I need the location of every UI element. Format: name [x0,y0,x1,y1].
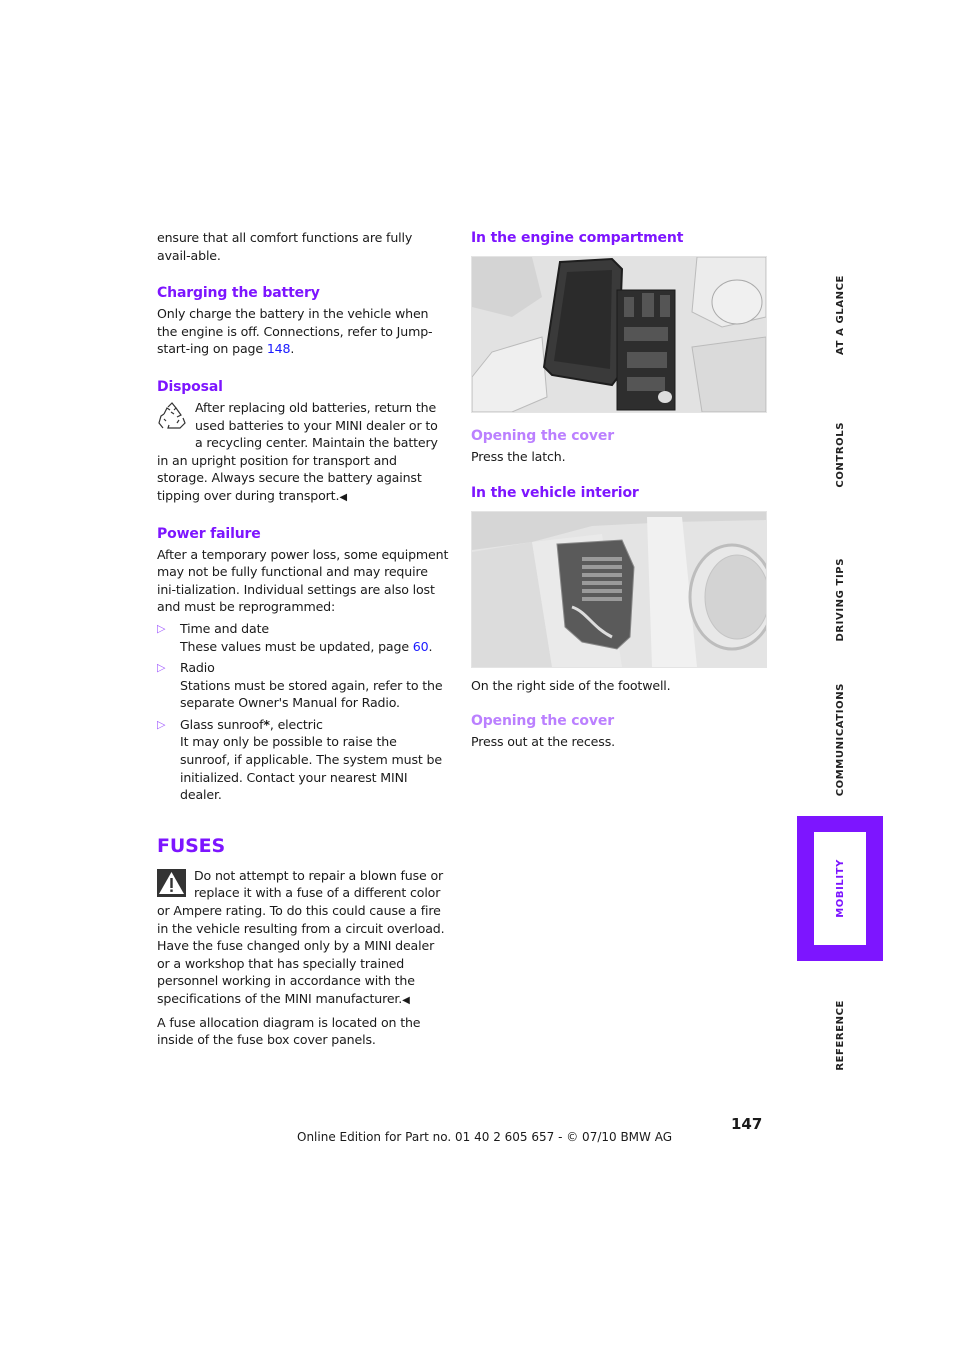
bullet-triangle-icon: ▷ [157,661,166,675]
detail-text: These values must be updated, page [180,638,413,654]
detail-end: . [428,638,433,654]
charging-text: Only charge the battery in the vehicle w… [157,305,449,358]
end-mark-icon: ◀ [402,995,410,1006]
charging-text-body: Only charge the battery in the vehicle w… [157,306,433,357]
list-item-title: Radio [180,660,215,676]
tab-label: CONTROLS [834,422,846,488]
list-item: ▷ Radio Stations must be stored again, r… [157,659,449,712]
interior-caption: On the right side of the footwell. [471,677,671,693]
charging-heading: Charging the battery [157,285,320,302]
title-text: Glass sunroof [180,716,264,732]
page-link-148[interactable]: 148 [267,341,291,356]
list-item-title: Time and date [180,620,269,636]
title-suffix: , electric [269,716,323,732]
engine-fusebox-image [471,256,767,413]
recycle-icon [157,401,187,436]
interior-fusebox-image [471,510,767,668]
tab-mobility[interactable]: MOBILITY [797,816,883,961]
disposal-text: After replacing old batteries, return th… [157,399,438,503]
bullet-triangle-icon: ▷ [157,621,166,635]
opening-cover-text: Press the latch. [471,449,566,464]
page-link-60[interactable]: 60 [413,639,429,654]
opening-cover-heading: Opening the cover [471,428,614,444]
power-failure-text: After a temporary power loss, some equip… [157,546,449,615]
disposal-block: After replacing old batteries, return th… [157,399,449,507]
opening-cover-text-interior: Press out at the recess. [471,734,615,750]
page-number: 147 [731,1115,763,1133]
end-mark-icon: ◀ [339,491,347,503]
tab-driving-tips[interactable]: DRIVING TIPS [797,535,883,665]
list-item: ▷ Time and date These values must be upd… [157,620,449,655]
vehicle-interior-heading: In the vehicle interior [471,484,639,501]
list-item-detail: Stations must be stored again, refer to … [180,677,443,711]
fuses-heading: FUSES [157,834,226,857]
tab-reference[interactable]: REFERENCE [797,980,883,1090]
fuses-warning: Do not attempt to repair a blown fuse or… [157,867,449,1010]
intro-text: ensure that all comfort functions are fu… [157,230,413,263]
engine-compartment-heading: In the engine compartment [471,230,684,246]
fuse-diagram-note: A fuse allocation diagram is located on … [157,1014,421,1048]
warning-icon [157,868,186,902]
list-item: ▷ Glass sunroof*, electric It may only b… [157,716,449,804]
tab-communications[interactable]: COMMUNICATIONS [797,670,883,810]
opening-cover-heading-interior: Opening the cover [471,713,614,730]
tab-label: REFERENCE [834,999,846,1071]
list-item-detail: It may only be possible to raise the sun… [180,734,442,803]
disposal-heading: Disposal [157,378,223,395]
tab-label: MOBILITY [834,859,846,918]
tab-at-a-glance[interactable]: AT A GLANCE [797,250,883,380]
tab-label: AT A GLANCE [834,275,846,355]
warning-text: Do not attempt to repair a blown fuse or… [157,867,445,1006]
right-column: In the engine compartment Opening the co… [471,229,771,751]
power-failure-heading: Power failure [157,525,261,542]
tab-controls[interactable]: CONTROLS [797,400,883,510]
list-item-title: Glass sunroof*, electric [180,716,449,734]
left-column: ensure that all comfort functions are fu… [157,229,449,1049]
tab-active-inner: MOBILITY [814,832,866,945]
list-item-detail: These values must be updated, page 60. [180,638,433,656]
tab-label: COMMUNICATIONS [834,683,846,797]
tab-label: DRIVING TIPS [834,558,846,642]
charging-text-end: . [290,341,295,357]
bullet-triangle-icon: ▷ [157,717,166,731]
edition-footer: Online Edition for Part no. 01 40 2 605 … [297,1130,673,1144]
